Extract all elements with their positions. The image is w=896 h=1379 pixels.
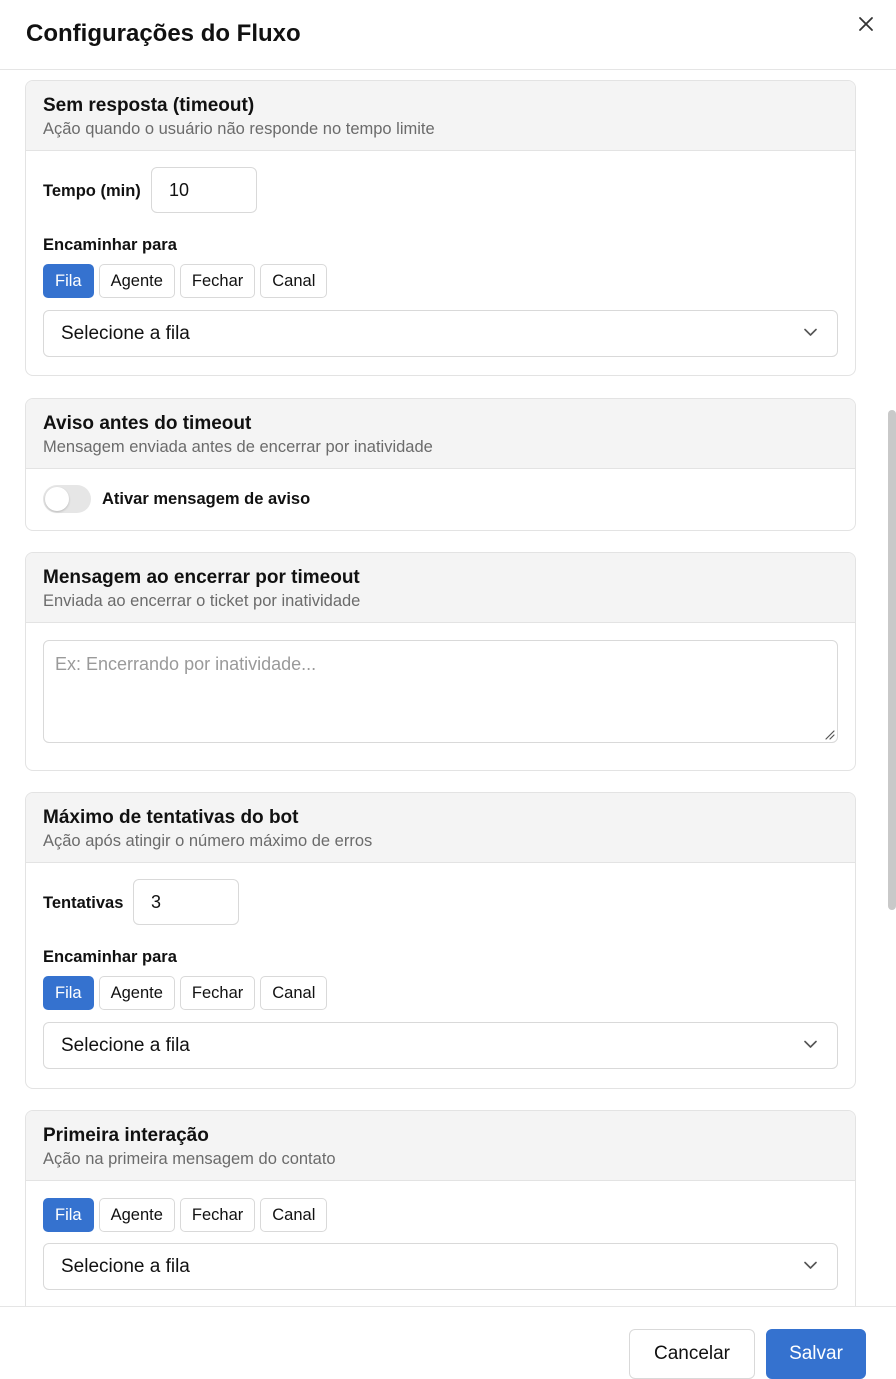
first-option-canal[interactable]: Canal [260, 1198, 328, 1232]
first-option-fila[interactable]: Fila [43, 1198, 94, 1232]
attempts-option-canal[interactable]: Canal [260, 976, 328, 1010]
attempts-forward-label: Encaminhar para [43, 948, 177, 966]
attempts-label: Tentativas [43, 894, 124, 912]
timeout-select-value: Selecione a fila [61, 323, 190, 344]
resize-handle-icon[interactable] [823, 728, 835, 740]
timeout-option-canal[interactable]: Canal [260, 264, 328, 298]
first-option-fechar[interactable]: Fechar [179, 1198, 256, 1232]
closing-message-title: Mensagem ao encerrar por timeout [43, 567, 360, 588]
warning-toggle-label: Ativar mensagem de aviso [102, 490, 311, 508]
timeout-subtitle: Ação quando o usuário não responde no te… [43, 120, 435, 138]
attempts-queue-select[interactable]: Selecione a fila [43, 1022, 838, 1069]
dialog-body: Sem resposta (timeout) Ação quando o usu… [0, 70, 896, 1306]
attempts-option-fechar[interactable]: Fechar [179, 976, 256, 1010]
dialog-footer: Cancelar Salvar [0, 1306, 896, 1379]
timeout-forward-label: Encaminhar para [43, 236, 177, 254]
first-interaction-card: Primeira interação Ação na primeira mens… [25, 1110, 856, 1306]
closing-message-textarea[interactable]: Ex: Encerrando por inatividade... [43, 640, 838, 743]
chevron-down-icon [804, 1040, 817, 1048]
scrollbar[interactable] [888, 410, 896, 910]
max-attempts-subtitle: Ação após atingir o número máximo de err… [43, 832, 373, 850]
max-attempts-card: Máximo de tentativas do bot Ação após at… [25, 792, 856, 1089]
attempts-option-agente[interactable]: Agente [98, 976, 175, 1010]
closing-message-placeholder: Ex: Encerrando por inatividade... [55, 654, 317, 674]
time-label: Tempo (min) [43, 182, 141, 200]
closing-message-subtitle: Enviada ao encerrar o ticket por inativi… [43, 592, 361, 610]
timeout-card: Sem resposta (timeout) Ação quando o usu… [25, 80, 856, 376]
attempts-option-fila[interactable]: Fila [43, 976, 94, 1010]
first-interaction-card-header: Primeira interação Ação na primeira mens… [26, 1111, 855, 1181]
attempts-select-value: Selecione a fila [61, 1035, 190, 1056]
first-interaction-select-value: Selecione a fila [61, 1256, 190, 1277]
max-attempts-title: Máximo de tentativas do bot [43, 807, 299, 828]
timeout-card-body: Tempo (min) 10 Encaminhar para Fila Agen… [26, 151, 855, 375]
warning-card: Aviso antes do timeout Mensagem enviada … [25, 398, 856, 531]
max-attempts-card-header: Máximo de tentativas do bot Ação após at… [26, 793, 855, 863]
attempts-input[interactable]: 3 [133, 879, 239, 925]
first-interaction-card-body: Fila Agente Fechar Canal Selecione a fil… [26, 1181, 855, 1306]
first-interaction-title: Primeira interação [43, 1125, 209, 1146]
timeout-card-header: Sem resposta (timeout) Ação quando o usu… [26, 81, 855, 151]
warning-card-header: Aviso antes do timeout Mensagem enviada … [26, 399, 855, 469]
dialog-header: Configurações do Fluxo [0, 0, 896, 70]
warning-toggle[interactable] [43, 485, 91, 513]
close-icon[interactable] [856, 14, 876, 34]
first-interaction-queue-select[interactable]: Selecione a fila [43, 1243, 838, 1290]
warning-title: Aviso antes do timeout [43, 413, 252, 434]
closing-message-card-header: Mensagem ao encerrar por timeout Enviada… [26, 553, 855, 623]
max-attempts-card-body: Tentativas 3 Encaminhar para Fila Agente… [26, 863, 855, 1088]
timeout-title: Sem resposta (timeout) [43, 95, 255, 116]
warning-subtitle: Mensagem enviada antes de encerrar por i… [43, 438, 433, 456]
attempts-forward-options: Fila Agente Fechar Canal [43, 976, 328, 1010]
timeout-queue-select[interactable]: Selecione a fila [43, 310, 838, 357]
dialog-title: Configurações do Fluxo [26, 20, 301, 47]
warning-card-body: Ativar mensagem de aviso [26, 469, 855, 530]
timeout-option-fechar[interactable]: Fechar [179, 264, 256, 298]
timeout-option-agente[interactable]: Agente [98, 264, 175, 298]
toggle-knob [45, 487, 69, 511]
chevron-down-icon [804, 328, 817, 336]
closing-message-card-body: Ex: Encerrando por inatividade... [26, 623, 855, 770]
first-interaction-subtitle: Ação na primeira mensagem do contato [43, 1150, 336, 1168]
chevron-down-icon [804, 1261, 817, 1269]
first-option-agente[interactable]: Agente [98, 1198, 175, 1232]
first-interaction-options: Fila Agente Fechar Canal [43, 1198, 328, 1232]
timeout-option-fila[interactable]: Fila [43, 264, 94, 298]
closing-message-card: Mensagem ao encerrar por timeout Enviada… [25, 552, 856, 771]
timeout-forward-options: Fila Agente Fechar Canal [43, 264, 328, 298]
time-input[interactable]: 10 [151, 167, 257, 213]
